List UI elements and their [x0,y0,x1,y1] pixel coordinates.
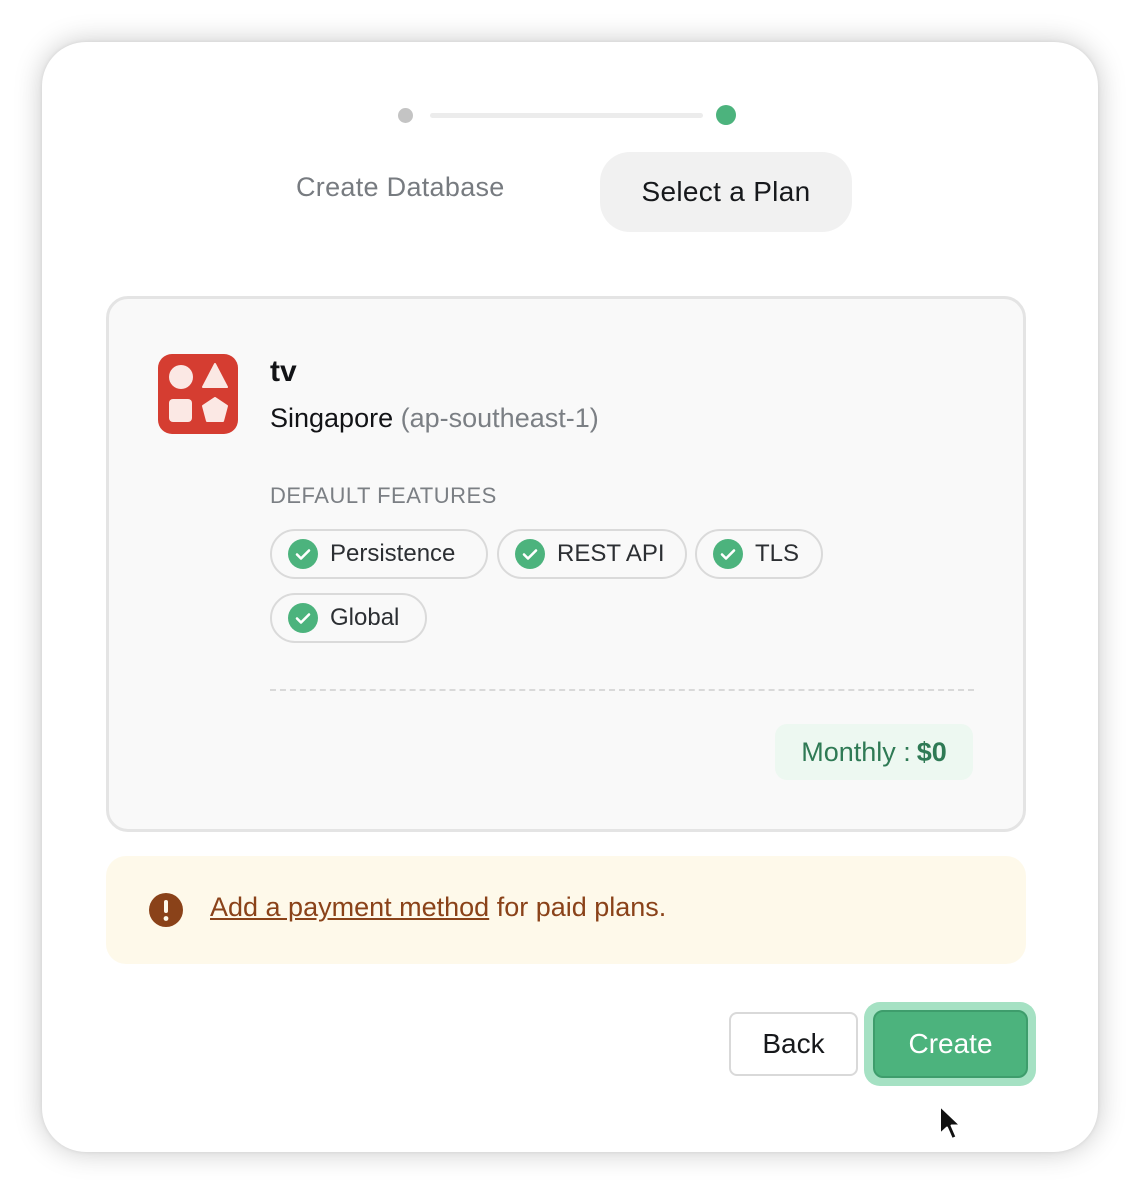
warning-text: Add a payment method for paid plans. [210,892,666,923]
feature-label: Global [330,604,400,631]
exclamation-circle-icon [149,893,183,927]
feature-pill-tls: TLS [695,529,823,579]
payment-warning-banner: Add a payment method for paid plans. [106,856,1026,964]
step-create-database[interactable]: Create Database [296,172,505,203]
create-database-modal: Create Database Select a Plan tv Singapo… [42,42,1098,1152]
price-value: $0 [916,736,947,767]
features-title: DEFAULT FEATURES [270,483,497,508]
add-payment-method-link[interactable]: Add a payment method [210,892,489,922]
check-circle-icon [288,539,318,569]
feature-label: Persistence [330,540,456,567]
database-summary-card: tv Singapore (ap-southeast-1) DEFAULT FE… [106,296,1026,832]
stepper-progress-line [430,113,703,118]
check-circle-icon [713,539,743,569]
card-divider [270,689,974,691]
region-name: Singapore [270,403,394,433]
step-2-dot [716,105,736,125]
step-select-plan[interactable]: Select a Plan [600,152,852,232]
feature-label: TLS [755,540,800,567]
mouse-cursor-icon [939,1105,962,1140]
feature-pill-global: Global [270,593,427,643]
database-name: tv [270,355,297,388]
step-1-dot [398,108,413,123]
create-button[interactable]: Create [873,1010,1028,1078]
region-code: (ap-southeast-1) [400,403,599,433]
feature-pill-rest-api: REST API [497,529,687,579]
price-label: Monthly : [801,736,911,767]
feature-pill-persistence: Persistence [270,529,488,579]
monthly-price-badge: Monthly : $0 [775,724,973,780]
check-circle-icon [288,603,318,633]
back-button[interactable]: Back [729,1012,858,1076]
feature-label: REST API [557,540,665,567]
shapes-icon [158,354,238,434]
check-circle-icon [515,539,545,569]
warning-suffix: for paid plans. [489,892,667,922]
database-region: Singapore (ap-southeast-1) [270,403,599,434]
